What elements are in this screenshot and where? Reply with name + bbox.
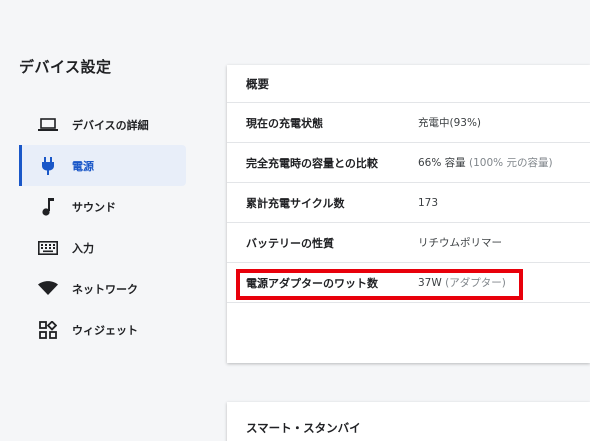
info-row-adapter-wattage: 電源アダプターのワット数 37W (アダプター) — [227, 263, 590, 303]
smart-standby-title: スマート・スタンバイ — [246, 421, 361, 435]
sidebar-item-label: ウィジェット — [72, 323, 138, 337]
sidebar-item-label: サウンド — [72, 200, 116, 214]
sidebar-item-power[interactable]: 電源 — [19, 145, 186, 186]
laptop-icon — [37, 116, 59, 134]
power-plug-icon — [37, 156, 59, 175]
info-row-cycle-count: 累計充電サイクル数 173 — [227, 183, 590, 223]
sidebar-item-label: 電源 — [72, 159, 94, 173]
sidebar-item-input[interactable]: 入力 — [0, 227, 200, 268]
sidebar: デバイスの詳細 電源 サウンド 入力 ネットワーク ウィジェット — [0, 104, 200, 350]
sidebar-item-network[interactable]: ネットワーク — [0, 268, 200, 309]
info-row-label: 完全充電時の容量との比較 — [246, 156, 378, 170]
widgets-icon — [37, 320, 59, 339]
info-row-label: 現在の充電状態 — [246, 116, 323, 130]
info-row-charge-state: 現在の充電状態 充電中(93%) — [227, 103, 590, 143]
sidebar-item-label: ネットワーク — [72, 282, 138, 296]
summary-card-title: 概要 — [227, 65, 590, 103]
music-note-icon — [37, 197, 59, 216]
sidebar-item-label: デバイスの詳細 — [72, 118, 149, 132]
sidebar-item-widgets[interactable]: ウィジェット — [0, 309, 200, 350]
summary-card: 概要 現在の充電状態 充電中(93%) 完全充電時の容量との比較 66% 容量 … — [227, 65, 590, 363]
info-row-label: 電源アダプターのワット数 — [246, 276, 378, 290]
info-row-label: 累計充電サイクル数 — [246, 196, 345, 210]
info-row-label: バッテリーの性質 — [246, 236, 334, 250]
info-row-value: 37W (アダプター) — [418, 277, 506, 289]
info-row-value: 173 — [418, 196, 439, 209]
info-row-value: リチウムポリマー — [418, 237, 502, 249]
sidebar-item-sound[interactable]: サウンド — [0, 186, 200, 227]
keyboard-icon — [37, 239, 59, 257]
sidebar-item-label: 入力 — [72, 241, 94, 255]
info-row-value: 充電中(93%) — [418, 117, 482, 129]
info-row-value: 66% 容量 (100% 元の容量) — [418, 157, 553, 169]
wifi-icon — [37, 280, 59, 298]
info-row-battery-type: バッテリーの性質 リチウムポリマー — [227, 223, 590, 263]
page-title: デバイス設定 — [19, 58, 112, 76]
smart-standby-card: スマート・スタンバイ — [227, 402, 590, 441]
sidebar-item-device-details[interactable]: デバイスの詳細 — [0, 104, 200, 145]
info-row-capacity: 完全充電時の容量との比較 66% 容量 (100% 元の容量) — [227, 143, 590, 183]
